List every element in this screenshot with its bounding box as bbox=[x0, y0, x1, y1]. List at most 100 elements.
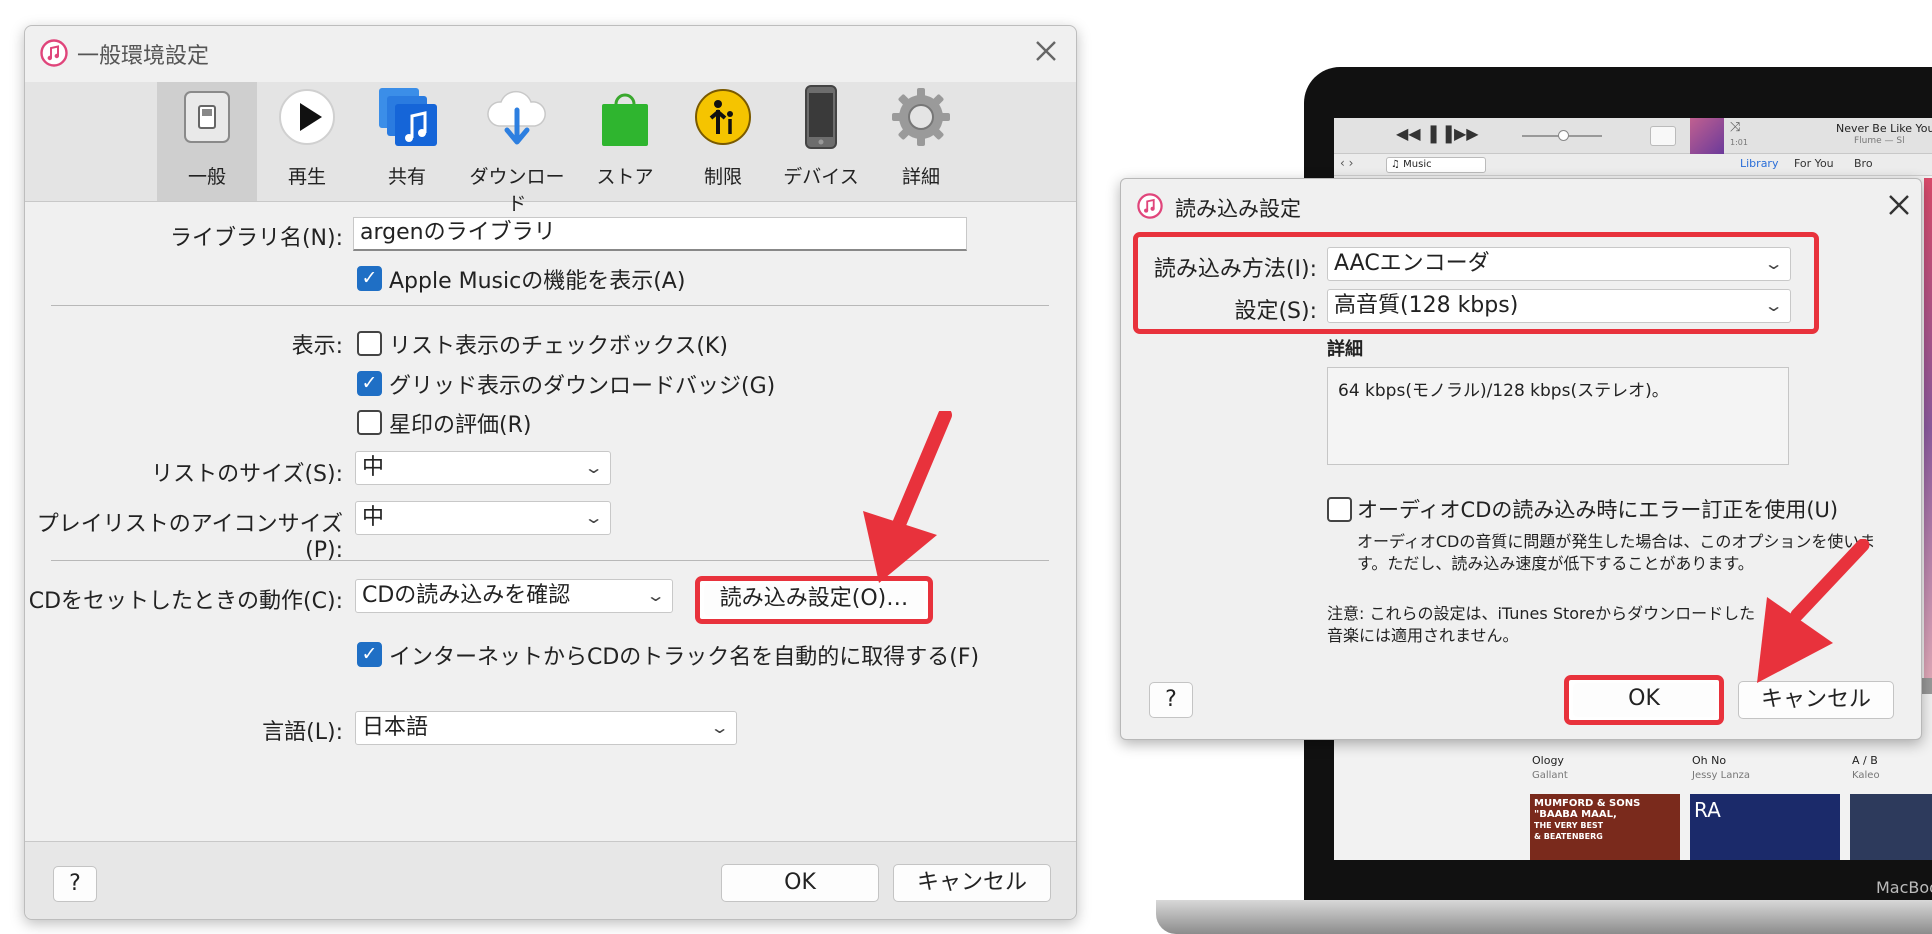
star-rating-label: 星印の評価(R) bbox=[389, 413, 532, 438]
store-note: 注意: これらの設定は、iTunes Storeからダウンロードした音楽には適用… bbox=[1327, 604, 1756, 645]
album-title: A / B bbox=[1852, 754, 1878, 767]
album-art[interactable]: RA bbox=[1690, 794, 1840, 860]
macbook-base bbox=[1156, 900, 1932, 934]
album-art[interactable] bbox=[1850, 794, 1932, 860]
chevron-down-icon: ⌄ bbox=[1763, 254, 1784, 273]
album-title: Oh No bbox=[1692, 754, 1727, 767]
details-text: 64 kbps(モノラル)/128 kbps(ステレオ)。 bbox=[1338, 381, 1669, 401]
tab-general[interactable]: 一般 bbox=[157, 82, 257, 201]
list-size-value: 中 bbox=[362, 455, 385, 480]
grid-badge-checkbox[interactable]: ✓ bbox=[357, 371, 382, 396]
cd-action-select[interactable]: CDの読み込みを確認 ⌄ bbox=[355, 579, 673, 613]
ok-highlight: OK bbox=[1564, 675, 1724, 725]
help-button[interactable]: ? bbox=[1149, 682, 1193, 718]
store-bag-icon bbox=[598, 88, 652, 148]
general-preferences-dialog: 一般環境設定 一般 再生 共有 ダウンロード ストア 制限 デバイス 詳細 ライ… bbox=[24, 25, 1077, 920]
ok-button[interactable]: OK bbox=[1573, 683, 1715, 717]
auto-track-names-checkbox[interactable]: ✓ bbox=[357, 642, 382, 667]
star-rating-checkbox[interactable] bbox=[357, 410, 382, 435]
cancel-button[interactable]: キャンセル bbox=[893, 864, 1051, 902]
list-size-label: リストのサイズ(S): bbox=[151, 462, 343, 487]
airplay-button[interactable] bbox=[1650, 126, 1676, 146]
quality-setting-select[interactable]: 高音質(128 kbps) ⌄ bbox=[1327, 289, 1791, 323]
itunes-top-bar: ◀◀ ❚❚ ▶▶ ⤨ 1:01 Never Be Like You Flume … bbox=[1334, 118, 1932, 154]
tab-advanced-label: 詳細 bbox=[901, 166, 940, 188]
list-checkbox-checkbox[interactable] bbox=[357, 331, 382, 356]
pointer-arrow-icon bbox=[1757, 539, 1870, 683]
ok-button[interactable]: OK bbox=[721, 864, 879, 902]
import-method-label: 読み込み方法(I): bbox=[1153, 257, 1317, 282]
language-label: 言語(L): bbox=[262, 720, 343, 745]
tab-store-label: ストア bbox=[596, 166, 654, 188]
import-settings-dialog: 読み込み設定 読み込み方法(I): AACエンコーダ ⌄ 設定(S): 高音質(… bbox=[1120, 178, 1922, 740]
tab-browse[interactable]: Bro bbox=[1854, 157, 1873, 170]
title-bar: 一般環境設定 bbox=[25, 26, 1076, 82]
back-icon[interactable]: ‹ › bbox=[1340, 156, 1353, 170]
tab-sharing[interactable]: 共有 bbox=[357, 82, 457, 201]
pause-icon[interactable]: ❚❚ bbox=[1426, 123, 1456, 144]
itunes-nav-bar: ‹ › ♫ Music Library For You Bro bbox=[1334, 154, 1932, 176]
tab-sharing-label: 共有 bbox=[387, 166, 426, 188]
dialog-title: 一般環境設定 bbox=[77, 44, 210, 69]
chevron-down-icon: ⌄ bbox=[1763, 296, 1784, 315]
apple-music-checkbox[interactable]: ✓ bbox=[357, 266, 382, 291]
chevron-down-icon: ⌄ bbox=[583, 458, 604, 477]
tab-download-label: ダウンロード bbox=[469, 166, 565, 215]
grid-badge-label: グリッド表示のダウンロードバッジ(G) bbox=[389, 374, 776, 399]
close-icon[interactable] bbox=[1033, 38, 1059, 64]
now-playing-title: Never Be Like You bbox=[1836, 122, 1932, 135]
language-select[interactable]: 日本語 ⌄ bbox=[355, 711, 737, 745]
list-size-select[interactable]: 中 ⌄ bbox=[355, 451, 611, 485]
share-music-icon bbox=[377, 86, 439, 148]
tab-for-you[interactable]: For You bbox=[1794, 157, 1834, 170]
import-method-select[interactable]: AACエンコーダ ⌄ bbox=[1327, 247, 1791, 281]
album-art[interactable]: MUMFORD & SONS "BAABA MAAL, THE VERY BES… bbox=[1530, 794, 1680, 860]
album-artist: Kaleo bbox=[1852, 770, 1880, 781]
source-select[interactable]: ♫ Music bbox=[1386, 157, 1486, 173]
apple-music-label: Apple Musicの機能を表示(A) bbox=[389, 269, 686, 294]
details-box: 64 kbps(モノラル)/128 kbps(ステレオ)。 bbox=[1327, 367, 1789, 465]
previous-track-icon[interactable]: ◀◀ bbox=[1396, 124, 1421, 143]
import-dialog-title: 読み込み設定 bbox=[1175, 197, 1301, 221]
volume-knob[interactable] bbox=[1558, 130, 1569, 141]
tab-restrictions-label: 制限 bbox=[703, 166, 742, 188]
parental-restriction-icon bbox=[694, 88, 752, 146]
tab-playback[interactable]: 再生 bbox=[257, 82, 357, 201]
elapsed-time: 1:01 bbox=[1730, 138, 1748, 147]
tab-restrictions[interactable]: 制限 bbox=[673, 82, 773, 201]
tab-library[interactable]: Library bbox=[1740, 157, 1778, 170]
tab-devices-label: デバイス bbox=[783, 166, 859, 188]
tab-devices[interactable]: デバイス bbox=[771, 82, 871, 201]
library-name-label: ライブラリ名(N): bbox=[169, 226, 343, 251]
import-method-value: AACエンコーダ bbox=[1334, 251, 1490, 276]
close-icon[interactable] bbox=[1887, 193, 1911, 217]
error-correction-checkbox[interactable] bbox=[1327, 497, 1352, 522]
side-strip bbox=[1924, 178, 1932, 678]
divider bbox=[51, 305, 1049, 306]
playlist-icon-size-label: プレイリストのアイコンサイズ(P): bbox=[36, 512, 343, 563]
shuffle-icon[interactable]: ⤨ bbox=[1730, 120, 1740, 135]
library-name-input[interactable]: argenのライブラリ bbox=[353, 217, 967, 251]
now-playing-artwork bbox=[1690, 118, 1724, 154]
help-button[interactable]: ? bbox=[53, 866, 97, 902]
play-icon bbox=[278, 88, 336, 146]
tab-advanced[interactable]: 詳細 bbox=[871, 82, 971, 201]
itunes-logo-icon bbox=[40, 39, 68, 67]
album-artist: Jessy Lanza bbox=[1692, 770, 1751, 781]
preferences-toolbar: 一般 再生 共有 ダウンロード ストア 制限 デバイス 詳細 bbox=[25, 82, 1076, 215]
quality-setting-value: 高音質(128 kbps) bbox=[1334, 293, 1519, 318]
cd-action-label: CDをセットしたときの動作(C): bbox=[28, 589, 343, 614]
tab-download[interactable]: ダウンロード bbox=[457, 82, 577, 215]
tab-store[interactable]: ストア bbox=[575, 82, 675, 201]
tab-general-label: 一般 bbox=[187, 166, 226, 188]
itunes-logo-icon bbox=[1137, 193, 1163, 219]
language-value: 日本語 bbox=[362, 715, 429, 740]
chevron-down-icon: ⌄ bbox=[583, 508, 604, 527]
next-track-icon[interactable]: ▶▶ bbox=[1454, 124, 1479, 143]
album-artist: Gallant bbox=[1532, 770, 1568, 781]
details-heading: 詳細 bbox=[1327, 339, 1363, 360]
album-title: Ology bbox=[1532, 754, 1564, 767]
playlist-icon-size-select[interactable]: 中 ⌄ bbox=[355, 501, 611, 535]
chevron-down-icon: ⌄ bbox=[709, 718, 730, 737]
macbook-brand: MacBoo bbox=[1876, 878, 1932, 897]
